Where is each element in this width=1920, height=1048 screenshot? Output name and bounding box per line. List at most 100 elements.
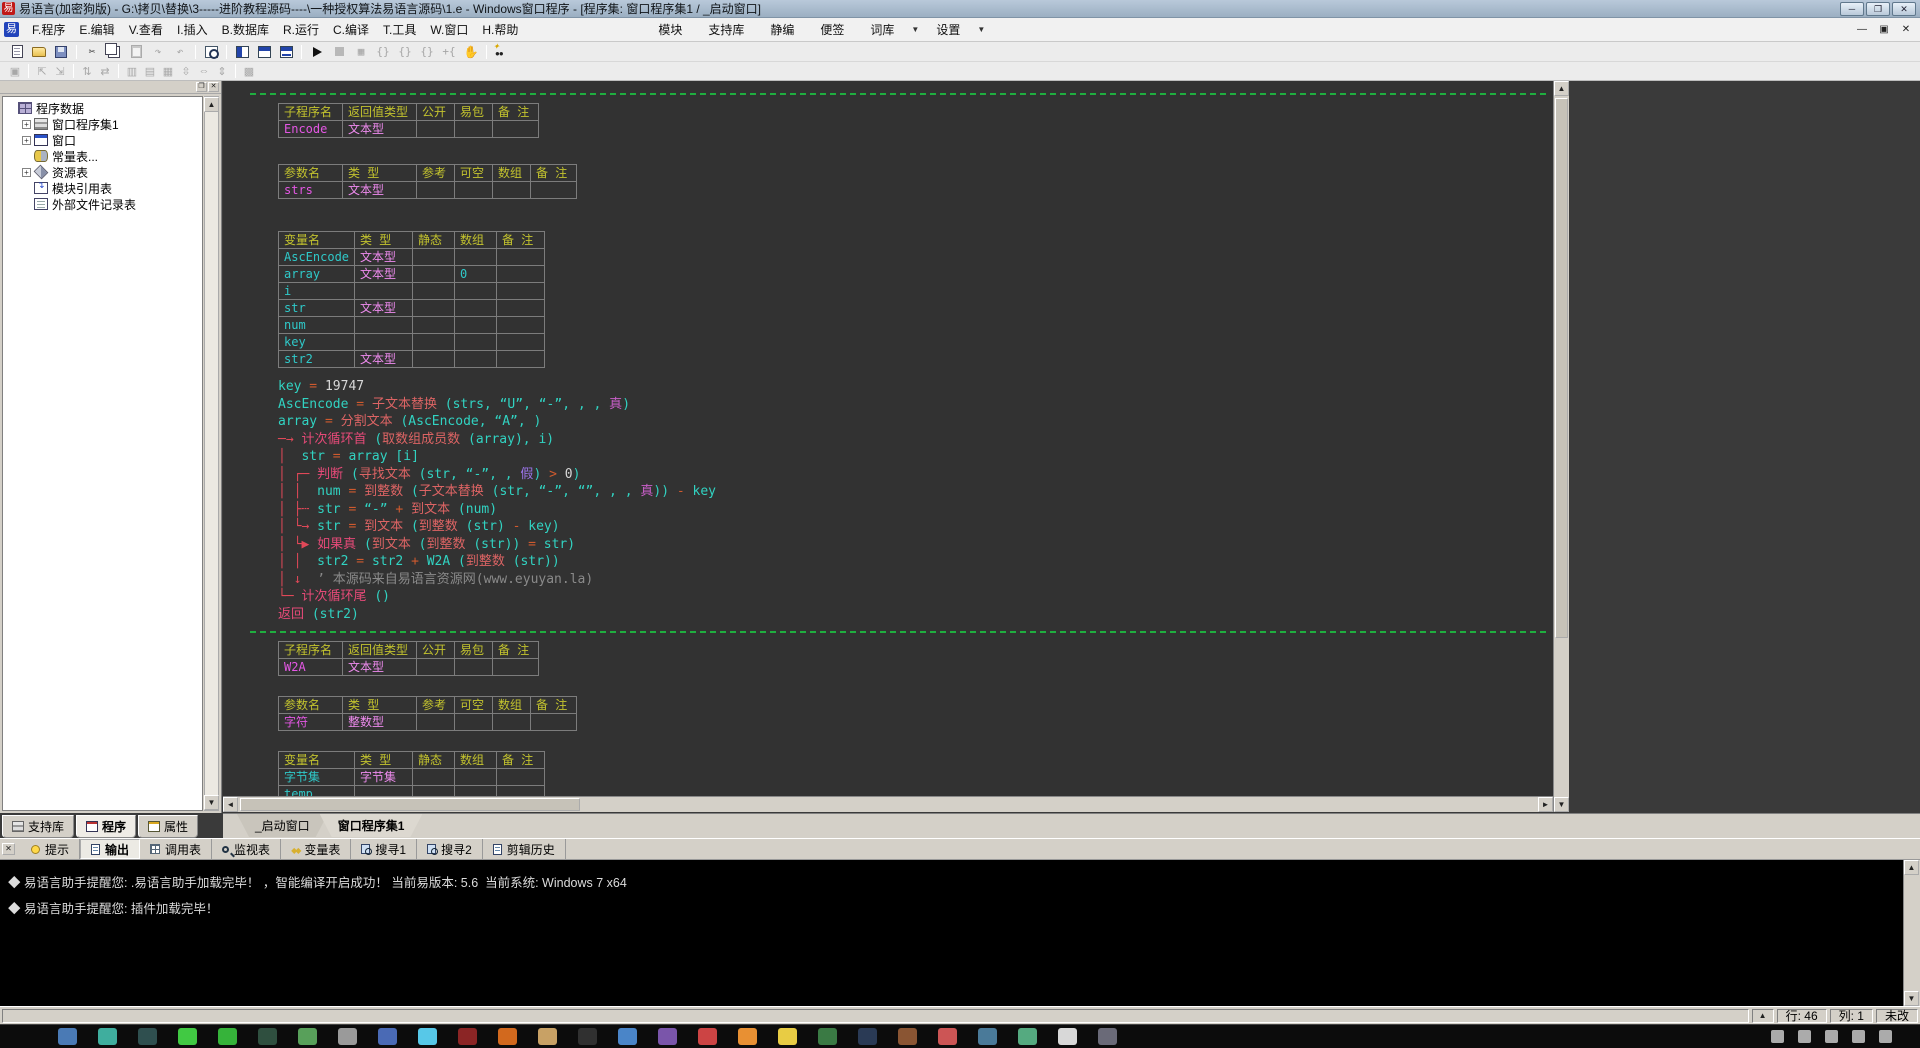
minimize-button[interactable]: ─ <box>1840 1 1864 16</box>
taskbar-app-icon-15[interactable] <box>658 1028 677 1045</box>
table-cell[interactable]: 文本型 <box>343 182 417 199</box>
table-cell[interactable]: array <box>279 266 355 283</box>
menu-item-1[interactable]: E.编辑 <box>72 18 121 41</box>
code-line-8[interactable]: │ └→ str = 到文本 (到整数 (str) - key) <box>278 518 1553 536</box>
table-cell[interactable] <box>497 266 545 283</box>
table-cell[interactable]: 变量名 <box>279 752 355 769</box>
layout-top-button[interactable] <box>254 43 274 60</box>
table-cell[interactable]: 备 注 <box>493 104 539 121</box>
menu-item-9[interactable]: H.帮助 <box>475 18 525 41</box>
output-tab-4[interactable]: 变量表 <box>281 839 352 859</box>
plugin-menu-2[interactable]: 静编 <box>757 18 807 41</box>
table-cell[interactable]: 参数名 <box>279 697 343 714</box>
table-cell[interactable] <box>531 714 577 731</box>
table-cell[interactable]: 公开 <box>417 642 455 659</box>
table-cell[interactable]: 文本型 <box>355 266 413 283</box>
table-cell[interactable]: 类 型 <box>343 165 417 182</box>
table-cell[interactable] <box>455 300 497 317</box>
table-cell[interactable]: 类 型 <box>355 232 413 249</box>
panel-tab-0[interactable]: 支持库 <box>2 815 75 838</box>
table-cell[interactable] <box>497 786 545 796</box>
plugin-menu-3[interactable]: 便签 <box>807 18 857 41</box>
tree-item-0[interactable]: +程序数据 <box>6 100 202 116</box>
menu-item-8[interactable]: W.窗口 <box>423 18 475 41</box>
doc-tab-0[interactable]: _启动窗口 <box>237 814 328 837</box>
panel-close-button[interactable]: ✕ <box>208 82 219 92</box>
tree-item-2[interactable]: + 窗口 <box>6 132 202 148</box>
table-cell[interactable]: W2A <box>279 659 343 676</box>
table-cell[interactable]: 变量名 <box>279 232 355 249</box>
table-cell[interactable] <box>531 182 577 199</box>
output-tab-6[interactable]: 搜寻2 <box>417 839 483 859</box>
tree-expander-icon[interactable]: + <box>22 135 31 145</box>
table-cell[interactable]: 数组 <box>455 752 497 769</box>
menu-item-6[interactable]: C.编译 <box>326 18 376 41</box>
table-cell[interactable]: 类 型 <box>355 752 413 769</box>
taskbar-app-icon-18[interactable] <box>778 1028 797 1045</box>
menu-item-3[interactable]: I.插入 <box>170 18 215 41</box>
code-line-3[interactable]: ─→ 计次循环首 (取数组成员数 (array), i) <box>278 431 1553 449</box>
doc-tab-1[interactable]: 窗口程序集1 <box>320 814 423 837</box>
code-line-2[interactable]: array = 分割文本 (AscEncode, “A”, ) <box>278 413 1553 431</box>
code-line-7[interactable]: │ ├┄ str = “-” + 到文本 (num) <box>278 501 1553 519</box>
table-cell[interactable]: 备 注 <box>497 752 545 769</box>
save-file-button[interactable] <box>51 43 71 60</box>
taskbar-app-icon-24[interactable] <box>1018 1028 1037 1045</box>
tray-icon-1[interactable] <box>1798 1030 1811 1043</box>
table-cell[interactable]: 备 注 <box>531 697 577 714</box>
taskbar-app-icon-11[interactable] <box>498 1028 517 1045</box>
table-cell[interactable] <box>413 769 455 786</box>
dropdown-arrow-icon[interactable]: ▼ <box>907 25 923 34</box>
table-cell[interactable] <box>417 182 455 199</box>
scroll-up-icon[interactable]: ▲ <box>1554 81 1569 96</box>
menu-item-0[interactable]: F.程序 <box>25 18 72 41</box>
plugin-menu-5[interactable]: 设置 <box>923 18 973 41</box>
taskbar-app-icon-16[interactable] <box>698 1028 717 1045</box>
table-cell[interactable] <box>455 769 497 786</box>
table-cell[interactable] <box>455 334 497 351</box>
table-cell[interactable]: 子程序名 <box>279 104 343 121</box>
editor-hscrollbar[interactable]: ◄ ► <box>223 796 1553 812</box>
table-cell[interactable]: 返回值类型 <box>343 642 417 659</box>
tree-item-3[interactable]: +常量表... <box>6 148 202 164</box>
layout-split-button[interactable] <box>276 43 296 60</box>
scroll-left-icon[interactable]: ◄ <box>223 797 238 812</box>
menu-item-5[interactable]: R.运行 <box>276 18 326 41</box>
find-special-button[interactable] <box>492 42 512 60</box>
table-cell[interactable] <box>497 334 545 351</box>
plugin-menu-0[interactable]: 模块 <box>645 18 695 41</box>
hscroll-thumb[interactable] <box>240 798 580 811</box>
plugin-menu-4[interactable]: 词库 <box>857 18 907 41</box>
taskbar-app-icon-0[interactable] <box>58 1028 77 1045</box>
taskbar-app-icon-14[interactable] <box>618 1028 637 1045</box>
tray-icon-0[interactable] <box>1771 1030 1784 1043</box>
output-close-icon[interactable]: ✕ <box>2 843 15 855</box>
new-file-button[interactable] <box>7 43 27 60</box>
table-cell[interactable]: 文本型 <box>355 300 413 317</box>
statusbar-up-icon[interactable]: ▲ <box>1751 1008 1774 1023</box>
table-cell[interactable]: 文本型 <box>355 249 413 266</box>
table-cell[interactable] <box>497 283 545 300</box>
table-cell[interactable] <box>497 769 545 786</box>
table-cell[interactable]: 数组 <box>493 165 531 182</box>
output-scrollbar[interactable]: ▲ ▼ <box>1903 860 1920 1006</box>
table-cell[interactable]: 参考 <box>417 697 455 714</box>
table-cell[interactable] <box>413 283 455 300</box>
table-cell[interactable] <box>455 317 497 334</box>
tree-expander-icon[interactable]: + <box>22 119 31 129</box>
tray-icon-3[interactable] <box>1852 1030 1865 1043</box>
table-cell[interactable]: 备 注 <box>531 165 577 182</box>
table-cell[interactable]: 参考 <box>417 165 455 182</box>
taskbar-app-icon-17[interactable] <box>738 1028 757 1045</box>
taskbar-app-icon-22[interactable] <box>938 1028 957 1045</box>
plugin-menu-1[interactable]: 支持库 <box>695 18 757 41</box>
scroll-down-icon[interactable]: ▼ <box>1554 797 1569 812</box>
table-cell[interactable]: 数组 <box>493 697 531 714</box>
table-cell[interactable]: 数组 <box>455 232 497 249</box>
table-cell[interactable] <box>413 786 455 796</box>
table-cell[interactable] <box>493 121 539 138</box>
output-tab-1[interactable]: 输出 <box>80 839 141 859</box>
output-tab-5[interactable]: 搜寻1 <box>351 839 418 859</box>
table-cell[interactable]: 可空 <box>455 697 493 714</box>
panel-tab-1[interactable]: 程序 <box>76 815 137 838</box>
